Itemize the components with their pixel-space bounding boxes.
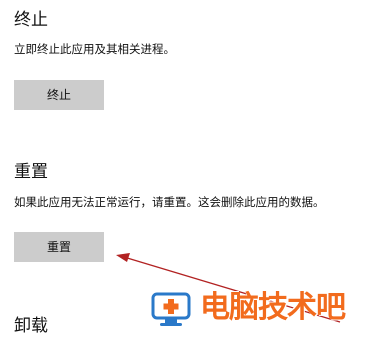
terminate-heading: 终止 [14,10,48,30]
annotation-arrow-line [123,256,341,323]
watermark: 电脑技术吧 [150,286,392,330]
app-settings-page: 终止 立即终止此应用及其相关进程。 终止 重置 如果此应用无法正常运行，请重置。… [0,0,392,338]
reset-button[interactable]: 重置 [14,232,104,262]
terminate-description: 立即终止此应用及其相关进程。 [14,42,175,56]
reset-heading: 重置 [14,162,48,182]
monitor-plus-icon [151,292,191,326]
terminate-button[interactable]: 终止 [14,80,104,110]
watermark-text: 电脑技术吧 [200,290,346,325]
uninstall-heading: 卸载 [14,316,48,336]
reset-description: 如果此应用无法正常运行，请重置。这会删除此应用的数据。 [14,195,325,209]
annotation-arrow-head [116,253,130,262]
